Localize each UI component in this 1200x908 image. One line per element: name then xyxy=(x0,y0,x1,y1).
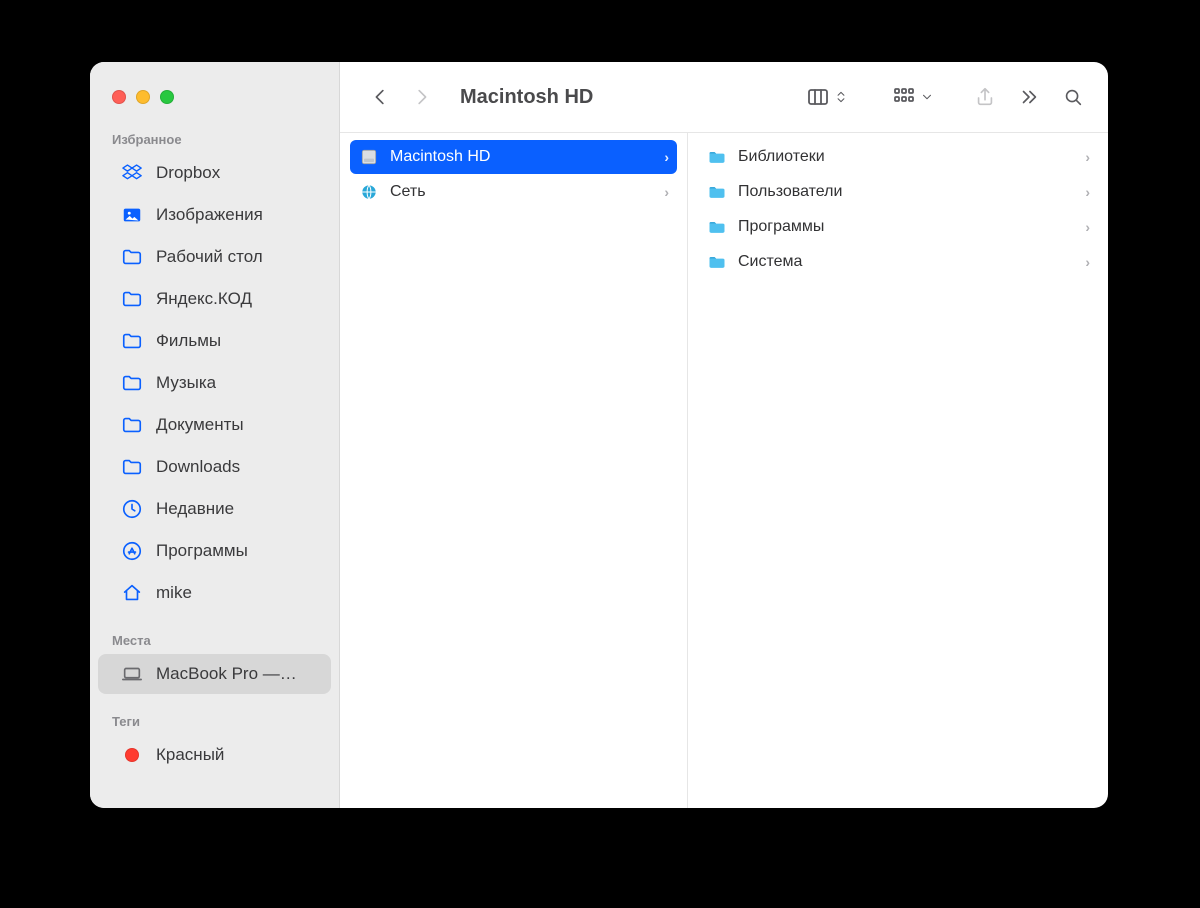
chevron-right-icon: › xyxy=(1085,254,1090,270)
sidebar-item-label: Программы xyxy=(156,541,248,561)
row-network[interactable]: Сеть › xyxy=(350,175,677,209)
row-system[interactable]: Система › xyxy=(698,245,1098,279)
chevron-right-icon: › xyxy=(664,149,669,165)
tag-color-icon xyxy=(120,743,144,767)
folder-icon xyxy=(120,413,144,437)
row-label: Библиотеки xyxy=(738,148,1075,166)
column-1: Библиотеки › Пользователи › Программы › xyxy=(688,133,1108,808)
sidebar-item-label: Документы xyxy=(156,415,244,435)
sidebar-item-label: mike xyxy=(156,583,192,603)
sidebar-item-music[interactable]: Музыка xyxy=(98,363,331,403)
chevron-right-icon xyxy=(410,86,432,108)
forward-button[interactable] xyxy=(404,80,438,114)
chevron-right-icon: › xyxy=(1085,184,1090,200)
sidebar-item-label: MacBook Pro —… xyxy=(156,664,297,684)
sidebar-item-label: Фильмы xyxy=(156,331,221,351)
sidebar-item-label: Музыка xyxy=(156,373,216,393)
sidebar-item-downloads[interactable]: Downloads xyxy=(98,447,331,487)
column-0: Macintosh HD › Сеть › xyxy=(340,133,688,808)
sidebar-section-favorites-label: Избранное xyxy=(90,126,339,153)
folder-icon xyxy=(120,455,144,479)
sidebar-item-documents[interactable]: Документы xyxy=(98,405,331,445)
row-users[interactable]: Пользователи › xyxy=(698,175,1098,209)
sidebar-item-desktop[interactable]: Рабочий стол xyxy=(98,237,331,277)
row-label: Macintosh HD xyxy=(390,148,654,166)
sidebar-item-label: Красный xyxy=(156,745,224,765)
sidebar-item-dropbox[interactable]: Dropbox xyxy=(98,153,331,193)
sidebar-section-tags-label: Теги xyxy=(90,708,339,735)
chevron-right-icon: › xyxy=(1085,219,1090,235)
row-label: Пользователи xyxy=(738,183,1075,201)
folder-fill-icon xyxy=(706,216,728,238)
folder-icon xyxy=(120,329,144,353)
finder-window: Избранное Dropbox Изображения Рабочий ст… xyxy=(90,62,1108,808)
home-icon xyxy=(120,581,144,605)
updown-icon xyxy=(834,90,848,104)
search-button[interactable] xyxy=(1056,80,1090,114)
group-by-button[interactable] xyxy=(892,85,934,109)
sidebar-item-pictures[interactable]: Изображения xyxy=(98,195,331,235)
sidebar-section-locations-label: Места xyxy=(90,627,339,654)
view-mode-button[interactable] xyxy=(806,85,848,109)
row-libraries[interactable]: Библиотеки › xyxy=(698,140,1098,174)
sidebar-tag-red[interactable]: Красный xyxy=(98,735,331,775)
sidebar-item-label: Downloads xyxy=(156,457,240,477)
minimize-button[interactable] xyxy=(136,90,150,104)
share-icon xyxy=(974,86,996,108)
pictures-icon xyxy=(120,203,144,227)
share-button[interactable] xyxy=(968,80,1002,114)
clock-icon xyxy=(120,497,144,521)
folder-fill-icon xyxy=(706,251,728,273)
folder-icon xyxy=(120,371,144,395)
close-button[interactable] xyxy=(112,90,126,104)
finder-main: Macintosh HD xyxy=(340,62,1108,808)
location-title: Macintosh HD xyxy=(460,86,593,109)
sidebar-item-label: Яндекс.КОД xyxy=(156,289,252,309)
double-chevron-right-icon xyxy=(1018,86,1040,108)
folder-fill-icon xyxy=(706,181,728,203)
row-label: Сеть xyxy=(390,183,654,201)
sidebar-item-label: Недавние xyxy=(156,499,234,519)
sidebar-item-label: Рабочий стол xyxy=(156,247,263,267)
appstore-icon xyxy=(120,539,144,563)
chevron-right-icon: › xyxy=(664,184,669,200)
chevron-left-icon xyxy=(370,86,392,108)
row-label: Система xyxy=(738,253,1075,271)
sidebar-item-yandex-kod[interactable]: Яндекс.КОД xyxy=(98,279,331,319)
sidebar-item-home[interactable]: mike xyxy=(98,573,331,613)
sidebar-item-recents[interactable]: Недавние xyxy=(98,489,331,529)
sidebar-item-this-mac[interactable]: MacBook Pro —… xyxy=(98,654,331,694)
globe-icon xyxy=(358,181,380,203)
columns-icon xyxy=(806,85,830,109)
sidebar: Избранное Dropbox Изображения Рабочий ст… xyxy=(90,62,340,808)
window-controls xyxy=(90,76,339,126)
sidebar-item-movies[interactable]: Фильмы xyxy=(98,321,331,361)
chevron-down-icon xyxy=(920,90,934,104)
chevron-right-icon: › xyxy=(1085,149,1090,165)
sidebar-item-applications[interactable]: Программы xyxy=(98,531,331,571)
zoom-button[interactable] xyxy=(160,90,174,104)
toolbar: Macintosh HD xyxy=(340,62,1108,132)
hdd-icon xyxy=(358,146,380,168)
column-view: Macintosh HD › Сеть › Библиотеки xyxy=(340,132,1108,808)
folder-fill-icon xyxy=(706,146,728,168)
folder-icon xyxy=(120,245,144,269)
folder-icon xyxy=(120,287,144,311)
search-icon xyxy=(1062,86,1084,108)
laptop-icon xyxy=(120,662,144,686)
row-label: Программы xyxy=(738,218,1075,236)
sidebar-item-label: Dropbox xyxy=(156,163,220,183)
dropbox-icon xyxy=(120,161,144,185)
row-macintosh-hd[interactable]: Macintosh HD › xyxy=(350,140,677,174)
overflow-button[interactable] xyxy=(1012,80,1046,114)
back-button[interactable] xyxy=(364,80,398,114)
row-applications[interactable]: Программы › xyxy=(698,210,1098,244)
sidebar-item-label: Изображения xyxy=(156,205,263,225)
grid-icon xyxy=(892,85,916,109)
